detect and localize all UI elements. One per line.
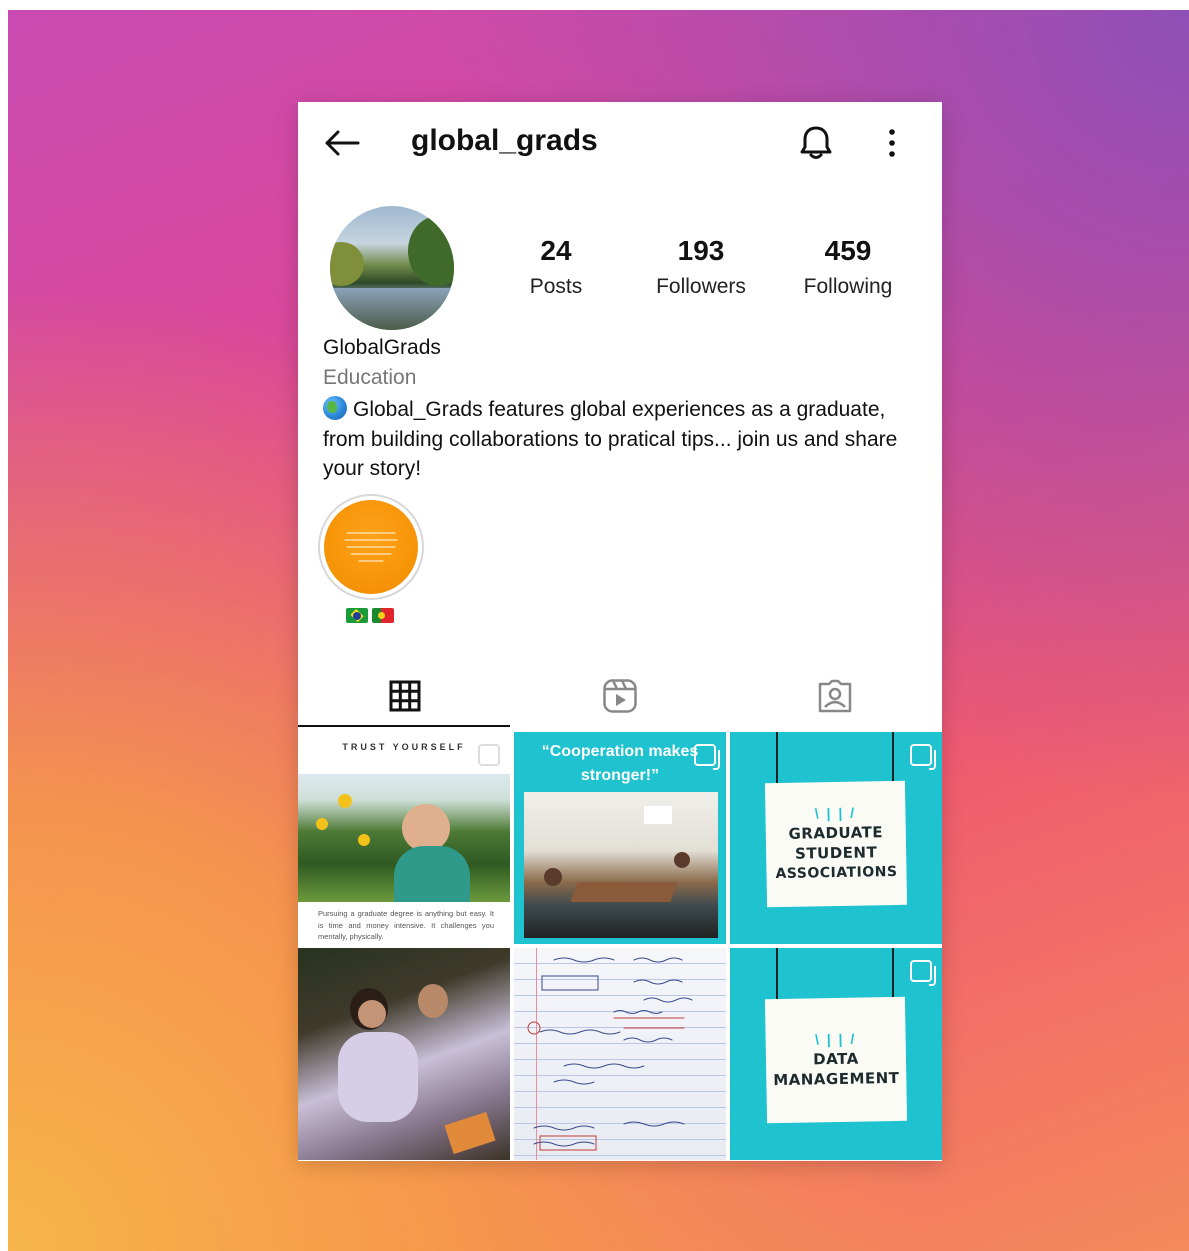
tab-tagged[interactable] — [728, 667, 942, 725]
post-trust-yourself[interactable]: TRUST YOURSELF Pursuing a graduate degre… — [298, 732, 510, 944]
post-sign: \ | | / DATA MANAGEMENT — [764, 996, 908, 1124]
tagged-icon — [818, 679, 852, 713]
following-count: 459 — [824, 235, 872, 266]
portugal-flag-icon — [372, 608, 394, 623]
sparkle-icon: \ | | / — [814, 804, 857, 822]
followers-stat[interactable]: 193 Followers — [631, 235, 771, 299]
highlight-cover — [324, 500, 418, 594]
sign-string — [892, 948, 894, 1002]
sign-line3: ASSOCIATIONS — [775, 863, 898, 883]
sign-line2: STUDENT — [794, 843, 878, 863]
top-bar: global_grads — [298, 102, 942, 182]
notebook-scribbles — [527, 957, 693, 1151]
followers-count: 193 — [677, 235, 725, 266]
more-options-icon[interactable] — [882, 128, 902, 158]
display-name: GlobalGrads — [323, 336, 441, 359]
posts-label: Posts — [529, 275, 583, 298]
reels-icon — [603, 679, 637, 713]
bio-text: Global_Grads features global experiences… — [323, 398, 898, 480]
sign-string — [776, 948, 778, 1002]
post-caption: Pursuing a graduate degree is anything b… — [318, 909, 494, 941]
person-face — [418, 984, 448, 1018]
brazil-flag-icon — [346, 608, 368, 623]
profile-bio: Global_Grads features global experiences… — [323, 395, 923, 484]
profile-username: global_grads — [411, 124, 598, 157]
following-label: Following — [803, 275, 893, 298]
post-friends-photo[interactable] — [298, 948, 510, 1160]
carousel-icon — [910, 744, 936, 770]
post-graduate-student-associations[interactable]: \ | | / GRADUATE STUDENT ASSOCIATIONS — [730, 732, 942, 944]
highlight-cover-scribble — [344, 532, 398, 562]
tab-grid[interactable] — [298, 667, 512, 725]
person-face — [358, 1000, 386, 1028]
post-cooperation[interactable]: “Cooperation makes stronger!” — [514, 732, 726, 944]
carousel-icon — [694, 744, 720, 770]
post-photo — [524, 792, 718, 938]
highlight-label — [346, 608, 396, 626]
profile-tabs — [298, 667, 942, 725]
carousel-icon — [910, 960, 936, 986]
active-tab-indicator — [298, 725, 510, 727]
post-title-line2: stronger!” — [580, 767, 660, 784]
sparkle-icon: \ | | / — [814, 1030, 857, 1048]
following-stat[interactable]: 459 Following — [778, 235, 918, 299]
story-highlight[interactable] — [318, 494, 424, 600]
tab-reels[interactable] — [513, 667, 727, 725]
followers-label: Followers — [656, 275, 746, 298]
post-sign: \ | | / GRADUATE STUDENT ASSOCIATIONS — [764, 780, 908, 908]
post-photo — [298, 774, 510, 902]
grid-icon — [389, 680, 421, 712]
sign-string — [892, 732, 894, 786]
sign-line1: GRADUATE — [788, 823, 884, 843]
profile-avatar[interactable] — [330, 206, 454, 330]
pizza — [444, 1111, 496, 1155]
bell-icon[interactable] — [798, 124, 834, 162]
posts-grid: TRUST YOURSELF Pursuing a graduate degre… — [298, 732, 942, 1161]
person-outfit — [338, 1032, 418, 1122]
sign-string — [776, 732, 778, 786]
profile-category: Education — [323, 366, 417, 389]
post-notebook[interactable] — [514, 948, 726, 1160]
carousel-icon — [478, 744, 504, 770]
sign-line1: DATA — [813, 1049, 859, 1069]
profile-screen: global_grads 24 Posts 193 Followers 459 … — [298, 102, 942, 1161]
posts-stat[interactable]: 24 Posts — [486, 235, 626, 299]
post-data-management[interactable]: \ | | / DATA MANAGEMENT — [730, 948, 942, 1160]
posts-count: 24 — [540, 235, 572, 266]
globe-icon — [323, 396, 347, 420]
sign-line2: MANAGEMENT — [773, 1068, 900, 1090]
back-arrow-icon[interactable] — [322, 128, 362, 158]
